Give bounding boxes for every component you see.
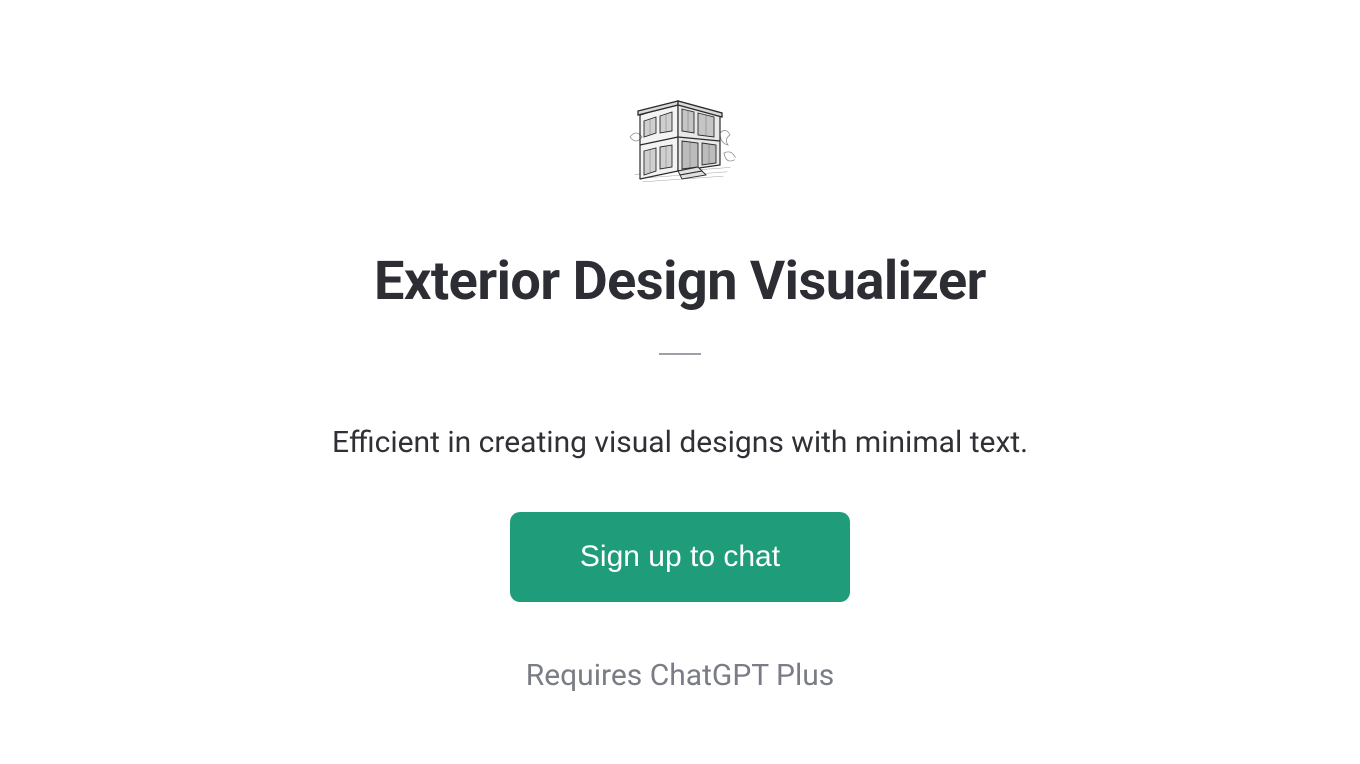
page-description: Efficient in creating visual designs wit… (332, 425, 1028, 460)
title-divider (659, 353, 701, 355)
avatar (615, 72, 745, 202)
requires-label: Requires ChatGPT Plus (526, 658, 835, 693)
landing-page: Exterior Design Visualizer Efficient in … (0, 0, 1360, 764)
signup-button[interactable]: Sign up to chat (510, 512, 850, 602)
page-title: Exterior Design Visualizer (374, 250, 986, 313)
house-sketch-icon (620, 75, 740, 199)
